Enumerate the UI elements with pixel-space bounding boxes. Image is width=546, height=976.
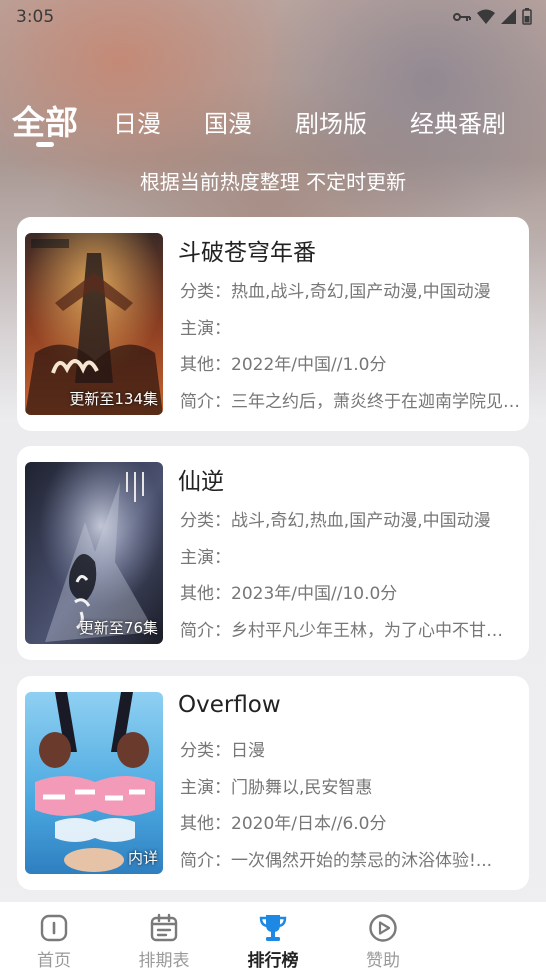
bottom-navigation: 首页 排期表 排行榜 赞助 (0, 902, 546, 976)
poster-image: 更新至134集 (25, 233, 163, 415)
nav-sponsor-label: 赞助 (366, 951, 400, 971)
battery-icon (522, 8, 532, 25)
anime-intro: 简介：三年之约后，萧炎终于在迦南学院见到… (180, 392, 520, 412)
nav-schedule-label: 排期表 (138, 951, 190, 971)
episode-badge: 内详 (127, 849, 158, 867)
signal-icon (501, 9, 516, 24)
anime-intro: 简介：乡村平凡少年王林，为了心中不甘… (180, 621, 503, 641)
nav-home-label: 首页 (37, 951, 71, 971)
episode-badge: 更新至134集 (69, 390, 158, 408)
tab-classic[interactable]: 经典番剧 (410, 104, 506, 139)
poster-image: 更新至76集 (25, 462, 163, 644)
anime-cast: 主演： (180, 548, 231, 568)
anime-category: 分类：日漫 (180, 741, 265, 761)
anime-card[interactable]: 内详 Overflow 分类：日漫 主演：门胁舞以,民安智惠 其他：2020年/… (17, 676, 529, 890)
episode-badge: 更新至76集 (78, 619, 158, 637)
anime-card[interactable]: 更新至76集 仙逆 分类：战斗,奇幻,热血,国产动漫,中国动漫 主演： 其他：2… (17, 446, 529, 660)
anime-cast: 主演： (180, 319, 231, 339)
nav-ranking-label: 排行榜 (247, 951, 299, 971)
tab-japanese-anime[interactable]: 日漫 (113, 104, 161, 139)
anime-category: 分类：热血,战斗,奇幻,国产动漫,中国动漫 (180, 282, 491, 302)
tab-indicator (36, 142, 54, 147)
wifi-icon (477, 9, 495, 24)
nav-home[interactable]: 首页 (14, 912, 94, 971)
vpn-key-icon (453, 12, 471, 21)
anime-title[interactable]: 仙逆 (178, 462, 224, 496)
status-time: 3:05 (16, 7, 55, 27)
trophy-icon (259, 915, 287, 941)
anime-intro: 简介：一次偶然开始的禁忌的沐浴体验!... (180, 851, 493, 871)
anime-card[interactable]: 更新至134集 斗破苍穹年番 分类：热血,战斗,奇幻,国产动漫,中国动漫 主演：… (17, 217, 529, 431)
anime-category: 分类：战斗,奇幻,热血,国产动漫,中国动漫 (180, 511, 491, 531)
tab-all[interactable]: 全部 (12, 96, 78, 144)
nav-ranking[interactable]: 排行榜 (233, 912, 313, 971)
home-icon (40, 914, 68, 942)
anime-cast: 主演：门胁舞以,民安智惠 (180, 778, 373, 798)
status-icons (453, 8, 532, 25)
status-bar: 3:05 (0, 0, 546, 34)
tab-chinese-anime[interactable]: 国漫 (204, 104, 252, 139)
anime-title[interactable]: Overflow (178, 692, 281, 718)
poster-image: 内详 (25, 692, 163, 874)
nav-schedule[interactable]: 排期表 (124, 912, 204, 971)
anime-other-info: 其他：2023年/中国//10.0分 (180, 584, 398, 604)
anime-other-info: 其他：2020年/日本//6.0分 (180, 814, 387, 834)
calendar-icon (150, 913, 178, 942)
anime-title[interactable]: 斗破苍穹年番 (178, 233, 316, 267)
nav-sponsor[interactable]: 赞助 (343, 912, 423, 971)
play-circle-icon (369, 914, 397, 942)
tab-movie[interactable]: 剧场版 (295, 104, 367, 139)
category-tabs: 全部 日漫 国漫 剧场版 经典番剧 (0, 92, 546, 152)
anime-other-info: 其他：2022年/中国//1.0分 (180, 355, 387, 375)
ranking-subtitle: 根据当前热度整理 不定时更新 (139, 170, 407, 194)
